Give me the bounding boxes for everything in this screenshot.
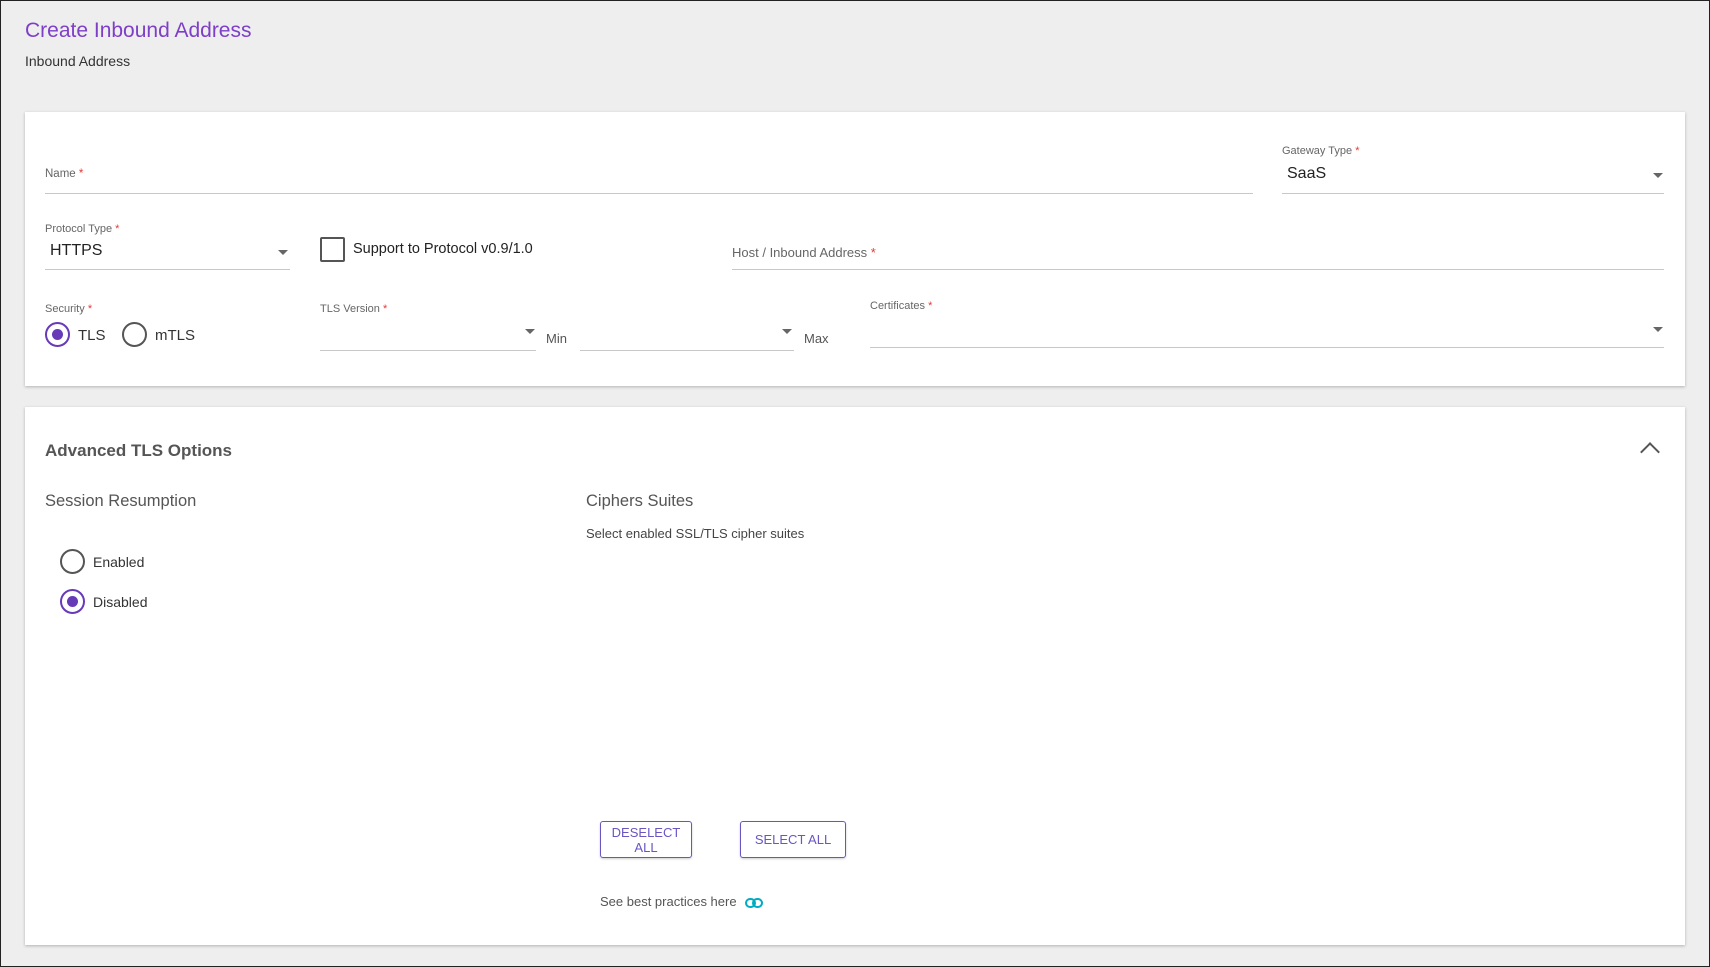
security-mtls-radio[interactable] <box>122 322 147 347</box>
gateway-type-label: Gateway Type * <box>1282 145 1359 157</box>
chevron-down-icon[interactable] <box>525 329 535 334</box>
session-resumption-title: Session Resumption <box>45 492 197 510</box>
ciphers-title: Ciphers Suites <box>586 492 694 510</box>
security-tls-label: TLS <box>78 327 106 344</box>
ciphers-description: Select enabled SSL/TLS cipher suites <box>586 526 805 541</box>
best-practices-link[interactable]: See best practices here <box>600 894 764 909</box>
chevron-down-icon[interactable] <box>1653 173 1663 178</box>
certificates-label: Certificates * <box>870 300 932 312</box>
security-mtls-label: mTLS <box>155 327 196 344</box>
gateway-type-value[interactable]: SaaS <box>1287 165 1326 183</box>
required-mark: * <box>78 168 84 180</box>
required-mark: * <box>928 300 933 312</box>
security-tls-radio[interactable] <box>45 322 70 347</box>
deselect-all-button[interactable]: DESELECT ALL <box>600 821 692 858</box>
certificates-select[interactable] <box>870 347 1664 348</box>
session-enabled-radio[interactable] <box>60 549 85 574</box>
required-mark: * <box>382 303 388 315</box>
session-disabled-label: Disabled <box>93 594 148 610</box>
required-mark: * <box>115 223 120 235</box>
session-enabled-label: Enabled <box>93 554 145 570</box>
host-input[interactable] <box>732 269 1664 270</box>
name-label: Name * <box>45 168 83 180</box>
required-mark: * <box>1355 145 1360 157</box>
chevron-down-icon[interactable] <box>278 250 288 255</box>
required-mark: * <box>87 303 93 315</box>
link-icon[interactable] <box>745 897 764 908</box>
advanced-tls-title[interactable]: Advanced TLS Options <box>45 441 232 461</box>
chevron-down-icon[interactable] <box>782 329 792 334</box>
session-disabled-radio[interactable] <box>60 589 85 614</box>
tls-version-label: TLS Version * <box>320 303 387 315</box>
gateway-type-label-text: Gateway Type <box>1282 145 1353 157</box>
protocol-type-select[interactable] <box>45 269 290 270</box>
advanced-tls-card <box>25 407 1685 945</box>
select-all-button[interactable]: SELECT ALL <box>740 821 846 858</box>
protocol-type-label: Protocol Type * <box>45 223 119 235</box>
required-mark: * <box>870 245 876 260</box>
certificates-label-text: Certificates <box>870 300 926 312</box>
support-protocol-checkbox[interactable] <box>320 237 345 262</box>
gateway-type-select[interactable] <box>1282 193 1664 194</box>
chevron-down-icon[interactable] <box>1653 327 1663 332</box>
security-label-text: Security <box>45 303 85 315</box>
tls-min-select[interactable] <box>320 350 536 351</box>
tls-max-select[interactable] <box>580 350 794 351</box>
host-label: Host / Inbound Address * <box>732 245 876 260</box>
page-subtitle: Inbound Address <box>25 53 131 69</box>
security-label: Security * <box>45 303 92 315</box>
host-label-text: Host / Inbound Address <box>732 245 868 260</box>
tls-version-label-text: TLS Version <box>320 303 380 315</box>
page-title: Create Inbound Address <box>25 19 252 42</box>
name-input[interactable] <box>45 193 1253 194</box>
protocol-type-label-text: Protocol Type <box>45 223 113 235</box>
name-label-text: Name <box>45 168 76 180</box>
tls-max-label: Max <box>804 331 829 346</box>
best-practices-text[interactable]: See best practices here <box>600 894 737 909</box>
protocol-type-value[interactable]: HTTPS <box>50 242 102 260</box>
support-protocol-label: Support to Protocol v0.9/1.0 <box>353 241 533 257</box>
tls-min-label: Min <box>546 331 567 346</box>
